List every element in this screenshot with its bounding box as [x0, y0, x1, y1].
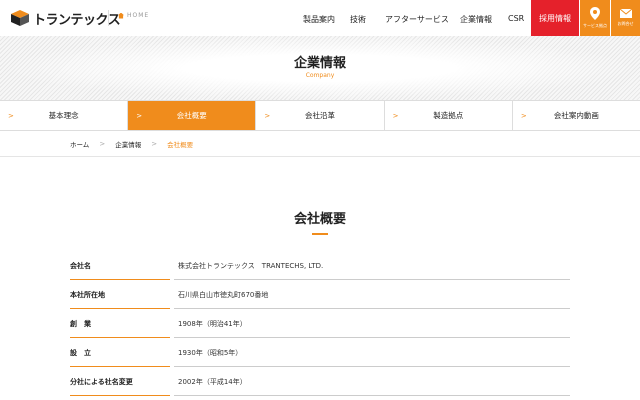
subnav-item-factories[interactable]: > 製造拠点	[385, 101, 513, 130]
nav-item-products[interactable]: 製品案内	[303, 14, 335, 25]
subnav-item-label: 基本理念	[48, 111, 79, 120]
logo-box-icon	[10, 9, 30, 27]
home-icon	[118, 12, 124, 19]
row-value-underline	[174, 337, 570, 338]
row-value-underline	[174, 366, 570, 367]
map-pin-icon	[590, 7, 600, 20]
chevron-right-icon: >	[520, 112, 527, 120]
row-key-underline	[70, 395, 170, 396]
nav-item-technology[interactable]: 技術	[350, 14, 366, 25]
nav-item-after-service[interactable]: アフターサービス	[385, 14, 449, 25]
chevron-right-icon: >	[392, 112, 399, 120]
page-subtitle: Company	[305, 72, 335, 79]
table-row: 創 業 1908年（明治41年）	[70, 310, 570, 338]
row-value: 株式会社トランテックス TRANTECHS, LTD.	[178, 262, 324, 270]
subnav-item-overview[interactable]: > 会社概要	[128, 101, 257, 130]
row-value: 1930年（昭和5年）	[178, 349, 243, 357]
recruit-label: 採用情報	[539, 13, 571, 23]
section-title-underline	[312, 233, 328, 235]
subnav-item-label: 会社案内動画	[553, 111, 599, 120]
chevron-right-icon: >	[136, 112, 143, 120]
table-row: 本社所在地 石川県白山市徳丸町670番地	[70, 281, 570, 309]
row-key: 分社による社名変更	[70, 378, 133, 386]
breadcrumb-home[interactable]: ホーム	[70, 139, 89, 149]
row-key: 設 立	[70, 349, 91, 357]
chevron-right-icon: >	[151, 140, 158, 148]
row-value: 1908年（明治41年）	[178, 320, 247, 328]
row-value-underline	[174, 279, 570, 280]
nav-item-csr[interactable]: CSR	[508, 14, 524, 23]
breadcrumb-current: 会社概要	[167, 141, 194, 149]
site-header: トランテックス HOME 製品案内 技術 アフターサービス 企業情報 CSR 採…	[0, 0, 640, 36]
row-key-underline	[70, 308, 170, 309]
breadcrumb-company[interactable]: 企業情報	[115, 139, 141, 149]
table-row: 会社名 株式会社トランテックス TRANTECHS, LTD.	[70, 252, 570, 280]
contact-button[interactable]: お問合せ	[611, 0, 640, 36]
table-row: 分社による社名変更 2002年（平成14年）	[70, 368, 570, 396]
subnav-item-label: 会社沿革	[305, 111, 335, 120]
section-title: 会社概要	[293, 212, 346, 227]
contact-label: お問合せ	[617, 21, 634, 26]
chevron-right-icon: >	[8, 112, 14, 120]
service-location-button[interactable]: サービス拠点	[580, 0, 610, 36]
row-value: 2002年（平成14年）	[178, 378, 247, 386]
row-value: 石川県白山市徳丸町670番地	[178, 291, 269, 299]
row-key: 創 業	[70, 320, 91, 328]
row-key-underline	[70, 366, 170, 367]
page-title: 企業情報	[293, 56, 346, 71]
mail-icon	[619, 9, 632, 18]
header-divider	[108, 10, 109, 26]
subnav-item-history[interactable]: > 会社沿革	[256, 101, 385, 130]
chevron-right-icon: >	[264, 112, 271, 120]
row-key: 会社名	[70, 262, 91, 270]
breadcrumb-divider	[0, 156, 640, 157]
home-link-label: HOME	[127, 12, 150, 19]
nav-item-company[interactable]: 企業情報	[460, 14, 492, 25]
subnav-item-philosophy[interactable]: > 基本理念	[0, 101, 129, 130]
subnav-item-video[interactable]: > 会社案内動画	[513, 101, 640, 130]
site-logo[interactable]: トランテックス	[10, 8, 121, 28]
row-key: 本社所在地	[70, 291, 105, 299]
breadcrumb: ホーム > 企業情報 > 会社概要	[70, 139, 193, 149]
subnav-item-label: 会社概要	[176, 111, 207, 120]
row-value-underline	[174, 308, 570, 309]
chevron-right-icon: >	[99, 140, 106, 148]
row-key-underline	[70, 279, 170, 280]
sub-nav: > 基本理念 > 会社概要 > 会社沿革 > 製造拠点 > 会社案内動画	[0, 100, 640, 131]
row-key-underline	[70, 337, 170, 338]
subnav-item-label: 製造拠点	[433, 111, 464, 120]
home-link[interactable]: HOME	[118, 12, 149, 19]
recruit-button[interactable]: 採用情報	[531, 0, 579, 36]
service-location-label: サービス拠点	[583, 23, 607, 28]
table-row: 設 立 1930年（昭和5年）	[70, 339, 570, 367]
row-value-underline	[174, 395, 570, 396]
